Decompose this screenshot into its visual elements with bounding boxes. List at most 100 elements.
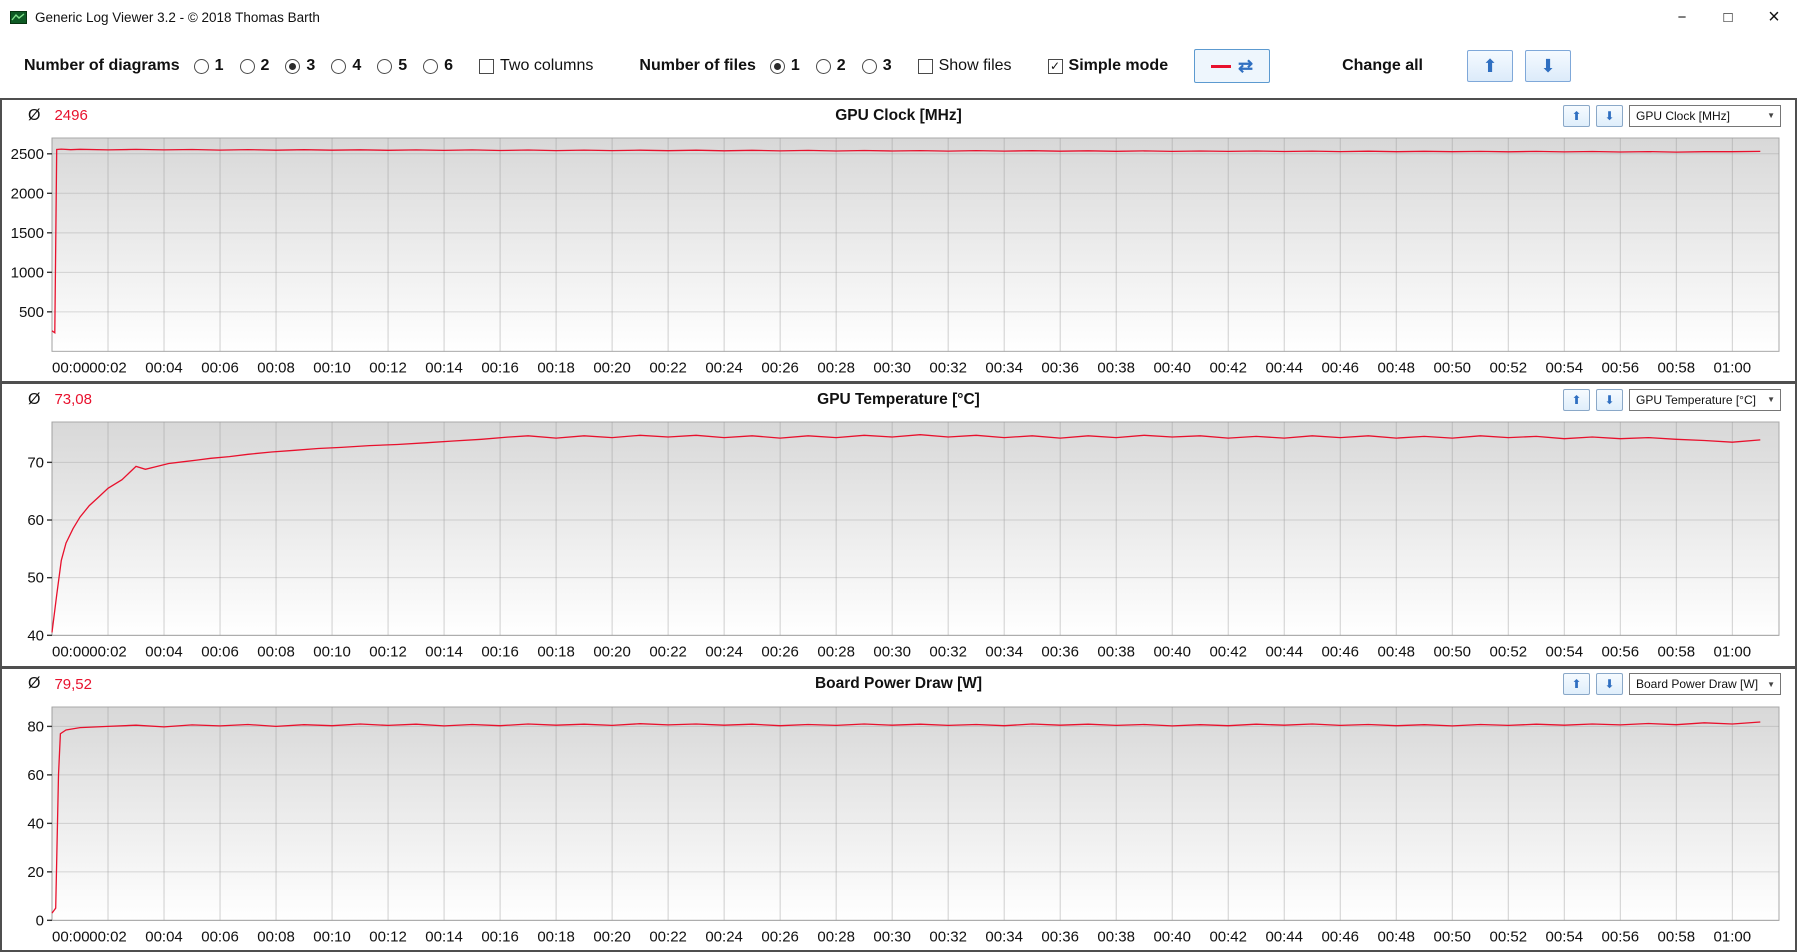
svg-text:00:10: 00:10 (313, 928, 351, 945)
svg-text:00:30: 00:30 (873, 928, 911, 945)
average-value: 79,52 (54, 675, 92, 693)
svg-text:00:22: 00:22 (649, 359, 687, 376)
radio-icon (193, 58, 209, 74)
svg-text:00:56: 00:56 (1602, 928, 1640, 945)
svg-text:00:12: 00:12 (369, 359, 407, 376)
svg-text:00:32: 00:32 (929, 359, 967, 376)
svg-text:00:12: 00:12 (369, 928, 407, 945)
panel-gpu-clock: Ø 2496 GPU Clock [MHz] ⬆ ⬇ GPU Clock [MH… (2, 100, 1795, 385)
panel-header: Ø 73,08 GPU Temperature [°C] ⬆ ⬇ GPU Tem… (2, 384, 1795, 415)
svg-text:00:54: 00:54 (1546, 644, 1584, 661)
radio-diagrams-4[interactable]: 4 (331, 57, 361, 75)
svg-text:00:48: 00:48 (1377, 928, 1415, 945)
two-columns-label: Two columns (500, 57, 594, 74)
svg-text:00:22: 00:22 (649, 928, 687, 945)
svg-text:00:06: 00:06 (201, 928, 239, 945)
change-all-up-button[interactable]: ⬆ (1467, 50, 1513, 82)
svg-text:0: 0 (36, 912, 44, 929)
svg-text:00:46: 00:46 (1321, 928, 1359, 945)
svg-text:00:54: 00:54 (1546, 359, 1584, 376)
radio-icon (377, 58, 393, 74)
metric-down-button[interactable]: ⬇ (1596, 673, 1623, 696)
svg-text:00:04: 00:04 (145, 928, 183, 945)
refresh-swap-icon: ⇄ (1238, 56, 1254, 76)
simple-mode-label: Simple mode (1068, 57, 1169, 74)
svg-text:00:26: 00:26 (761, 359, 799, 376)
close-button[interactable]: × (1751, 0, 1797, 34)
svg-text:00:28: 00:28 (817, 928, 855, 945)
svg-text:00:00: 00:00 (52, 359, 90, 376)
svg-text:00:08: 00:08 (257, 359, 295, 376)
average-symbol: Ø (28, 106, 41, 124)
svg-text:00:20: 00:20 (593, 644, 631, 661)
svg-text:00:16: 00:16 (481, 928, 519, 945)
radio-icon (331, 58, 347, 74)
radio-icon (285, 58, 301, 74)
maximize-button[interactable]: □ (1705, 0, 1751, 34)
svg-text:00:44: 00:44 (1265, 644, 1303, 661)
radio-files-1[interactable]: 1 (769, 57, 800, 75)
checkbox-two-columns[interactable]: Two columns (479, 57, 593, 75)
line-style-refresh-button[interactable]: ⇄ (1194, 49, 1271, 83)
svg-text:00:02: 00:02 (89, 928, 127, 945)
svg-text:00:14: 00:14 (425, 644, 463, 661)
metric-up-button[interactable]: ⬆ (1563, 104, 1590, 127)
checkbox-show-files[interactable]: Show files (917, 57, 1012, 75)
radio-diagrams-1[interactable]: 1 (193, 57, 224, 75)
arrow-up-icon: ⬆ (1571, 108, 1582, 123)
svg-text:00:24: 00:24 (705, 644, 743, 661)
svg-text:00:38: 00:38 (1097, 359, 1135, 376)
panel-title: Board Power Draw [W] (814, 675, 983, 693)
radio-icon (239, 58, 255, 74)
svg-text:1000: 1000 (11, 264, 44, 281)
svg-text:00:22: 00:22 (649, 644, 687, 661)
svg-text:00:40: 00:40 (1153, 928, 1191, 945)
radio-diagrams-2[interactable]: 2 (239, 57, 269, 75)
arrow-up-icon: ⬆ (1482, 55, 1498, 76)
svg-text:60: 60 (27, 767, 44, 784)
svg-text:2000: 2000 (11, 185, 44, 202)
chart-area: 00:00 00:02 00:04 00:06 00:08 00:10 00:12 00:14… (2, 415, 1795, 665)
svg-text:00:42: 00:42 (1209, 644, 1247, 661)
radio-diagrams-5[interactable]: 5 (377, 57, 407, 75)
window-title: Generic Log Viewer 3.2 - © 2018 Thomas B… (35, 9, 320, 25)
arrow-up-icon: ⬆ (1571, 392, 1582, 407)
svg-text:00:28: 00:28 (817, 359, 855, 376)
svg-text:00:30: 00:30 (873, 359, 911, 376)
svg-text:00:48: 00:48 (1377, 359, 1415, 376)
metric-select[interactable]: Board Power Draw [W] ▼ (1629, 673, 1781, 696)
svg-text:00:16: 00:16 (481, 359, 519, 376)
minimize-button[interactable]: − (1659, 0, 1705, 34)
svg-text:00:12: 00:12 (369, 644, 407, 661)
svg-text:00:58: 00:58 (1658, 644, 1696, 661)
radio-files-2[interactable]: 2 (815, 57, 846, 75)
diagram-panels: Ø 2496 GPU Clock [MHz] ⬆ ⬇ GPU Clock [MH… (0, 98, 1797, 952)
chevron-down-icon: ▼ (1767, 395, 1775, 405)
metric-up-button[interactable]: ⬆ (1563, 673, 1590, 696)
radio-files-3[interactable]: 3 (861, 57, 892, 75)
metric-down-button[interactable]: ⬇ (1596, 104, 1623, 127)
metric-down-button[interactable]: ⬇ (1596, 388, 1623, 411)
svg-text:00:14: 00:14 (425, 928, 463, 945)
svg-text:00:52: 00:52 (1490, 928, 1528, 945)
metric-select-value: GPU Clock [MHz] (1636, 108, 1731, 123)
radio-diagrams-3[interactable]: 3 (285, 57, 315, 75)
metric-select[interactable]: GPU Clock [MHz] ▼ (1629, 104, 1781, 127)
file-count-radios: 1 2 3 (769, 57, 892, 75)
metric-select[interactable]: GPU Temperature [°C] ▼ (1629, 388, 1781, 411)
change-all-down-button[interactable]: ⬇ (1525, 50, 1571, 82)
radio-diagrams-6[interactable]: 6 (423, 57, 453, 75)
checkbox-simple-mode[interactable]: ✓ Simple mode (1047, 57, 1169, 75)
checkbox-icon (479, 58, 495, 74)
average-symbol: Ø (28, 390, 41, 408)
title-bar[interactable]: Generic Log Viewer 3.2 - © 2018 Thomas B… (0, 0, 1797, 34)
svg-text:40: 40 (27, 815, 44, 832)
svg-text:00:34: 00:34 (985, 928, 1023, 945)
average-value: 2496 (54, 107, 88, 124)
svg-text:00:18: 00:18 (537, 928, 575, 945)
svg-text:00:24: 00:24 (705, 359, 743, 376)
change-all-label: Change all (1342, 57, 1423, 74)
arrow-down-icon: ⬇ (1604, 108, 1615, 123)
metric-up-button[interactable]: ⬆ (1563, 388, 1590, 411)
svg-text:00:02: 00:02 (89, 359, 127, 376)
